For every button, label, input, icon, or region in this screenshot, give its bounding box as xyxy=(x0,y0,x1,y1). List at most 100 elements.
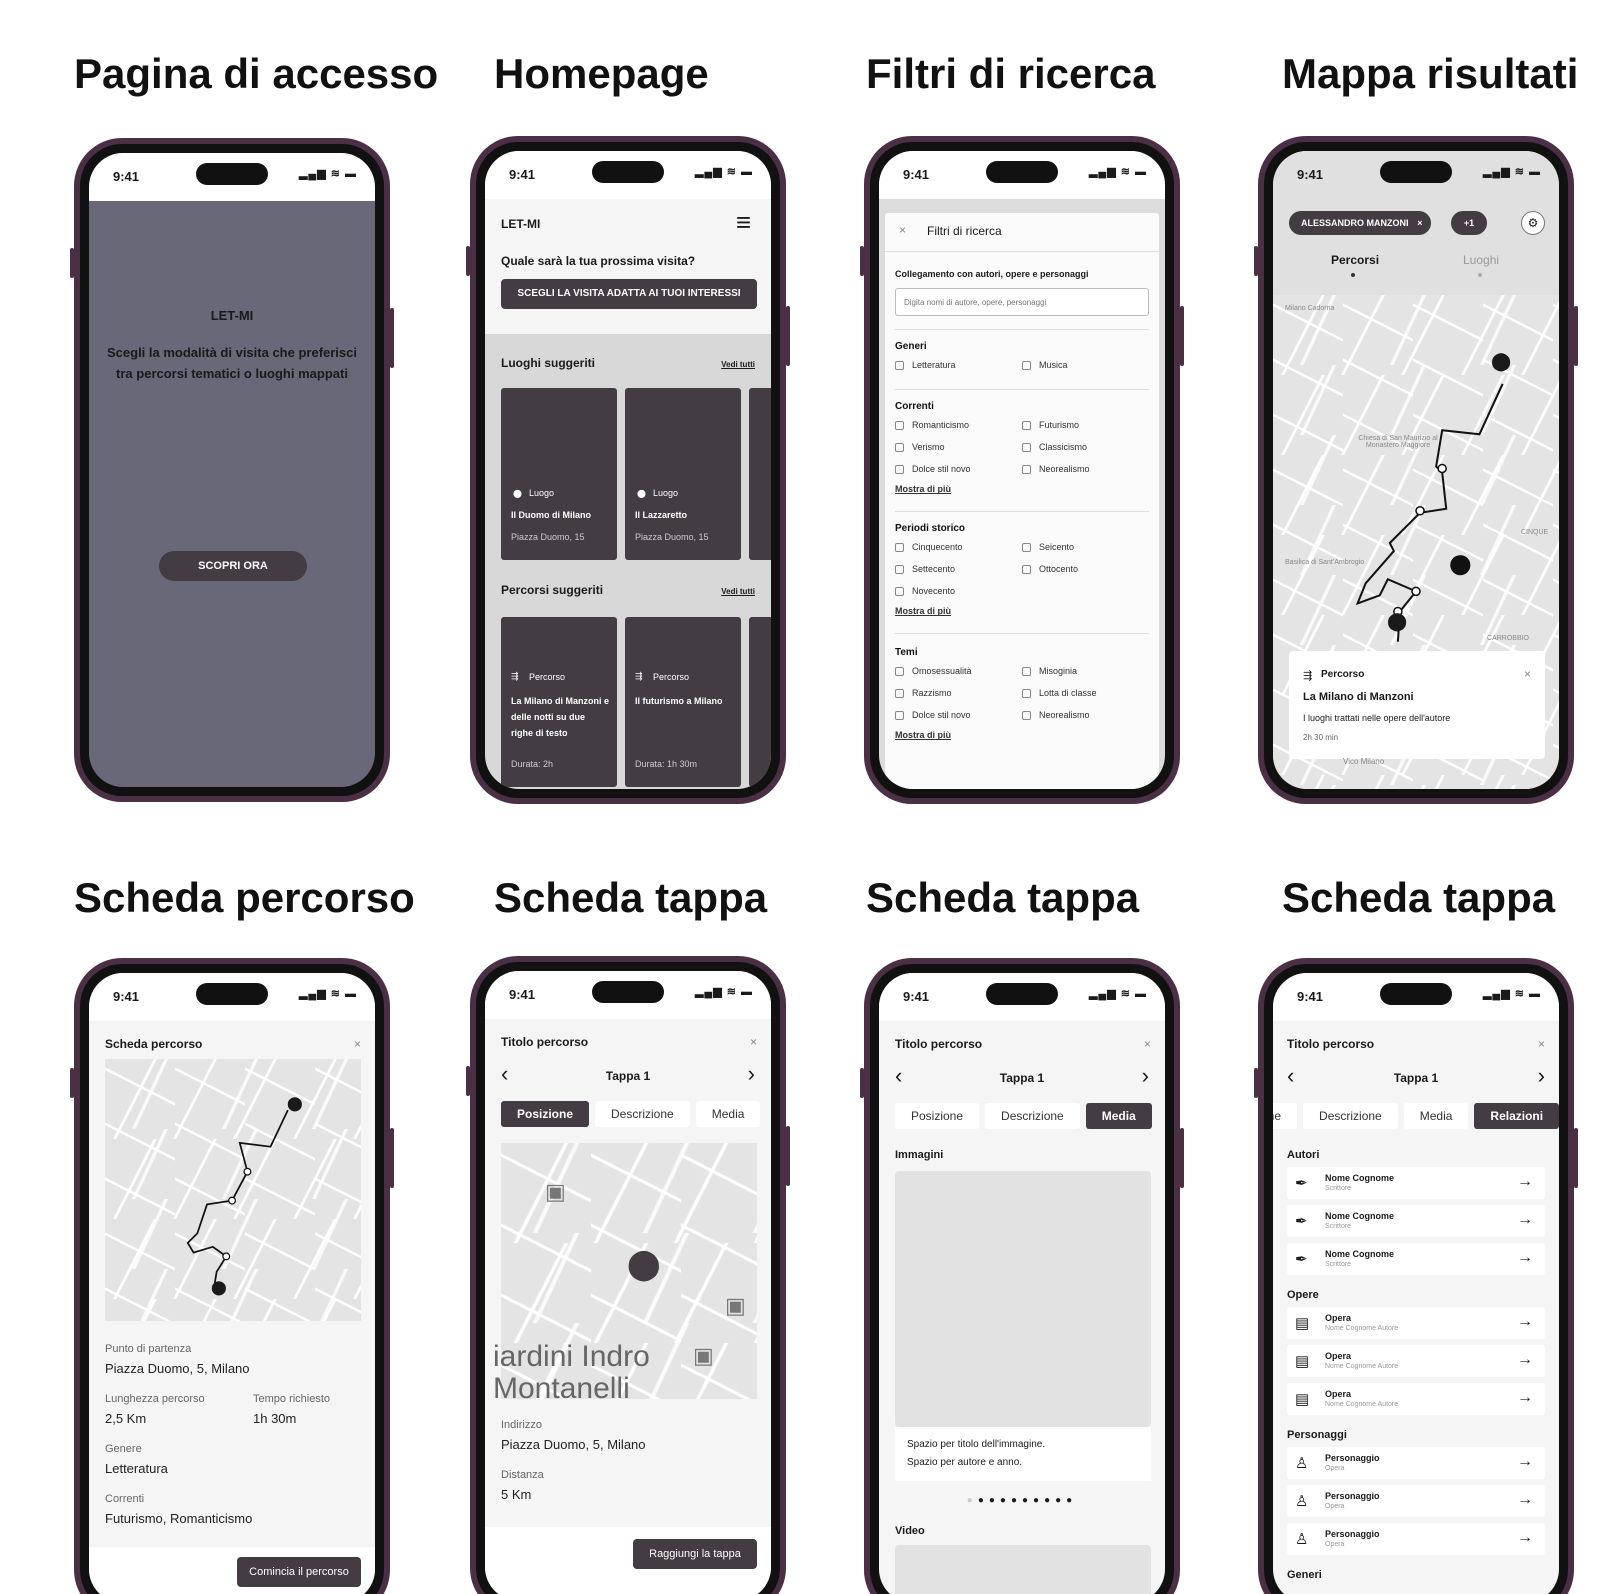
next-stop-icon[interactable]: › xyxy=(1142,1063,1149,1089)
checkbox-theme[interactable]: Misoginia xyxy=(1022,666,1149,677)
link-search-input[interactable] xyxy=(895,288,1149,316)
checkbox-letteratura[interactable]: Letteratura xyxy=(895,360,1022,371)
checkbox-period[interactable]: Settecento xyxy=(895,564,1022,575)
show-more-link[interactable]: Mostra di più xyxy=(895,606,1149,616)
place-card[interactable]: ⬤ Luogo Il Duomo di Milano Piazza Duomo,… xyxy=(501,388,617,560)
tab-description[interactable]: Descrizione xyxy=(985,1103,1080,1129)
title-filters: Filtri di ricerca xyxy=(866,50,1156,97)
tab-routes[interactable]: Percorsi xyxy=(1331,253,1379,267)
checkbox-period[interactable]: Seicento xyxy=(1022,542,1149,553)
menu-icon[interactable]: ≡ xyxy=(736,207,751,238)
author-row[interactable]: ✒ Nome Cognome Scrittore → xyxy=(1287,1243,1545,1275)
checkbox-current[interactable]: Classicismo xyxy=(1022,442,1149,453)
person-icon: ♙ xyxy=(1295,1455,1309,1472)
image-placeholder[interactable] xyxy=(895,1171,1151,1427)
checkbox-theme[interactable]: Dolce stil novo xyxy=(895,710,1022,721)
map-pin-icon[interactable]: ⬤ xyxy=(1387,611,1407,632)
tab-position[interactable]: Posizione xyxy=(1273,1103,1298,1129)
video-placeholder[interactable] xyxy=(895,1545,1151,1594)
results-map[interactable]: ⬤ ⬤ Milano Cadorna Chiesa di San Maurizi… xyxy=(1273,295,1559,789)
character-row[interactable]: ♙ Personaggio Opera → xyxy=(1287,1485,1545,1517)
tab-description[interactable]: Descrizione xyxy=(1303,1103,1398,1129)
author-chip[interactable]: ALESSANDRO MANZONI × xyxy=(1289,211,1431,235)
more-chip[interactable]: +1 xyxy=(1451,211,1487,235)
stop-name: Tappa 1 xyxy=(1393,1071,1439,1085)
images-title: Immagini xyxy=(895,1149,944,1161)
character-row[interactable]: ♙ Personaggio Opera → xyxy=(1287,1447,1545,1479)
next-stop-icon[interactable]: › xyxy=(1538,1063,1545,1089)
work-row[interactable]: ▤ Opera Nome Cognome Autore → xyxy=(1287,1383,1545,1415)
place-card-peek[interactable] xyxy=(749,388,771,560)
bus-icon: ▣ xyxy=(693,1343,714,1368)
checkbox-theme[interactable]: Lotta di classe xyxy=(1022,688,1149,699)
currents-value: Futurismo, Romanticismo xyxy=(105,1511,253,1526)
dynamic-island xyxy=(196,163,268,185)
filters-sheet: × Filtri di ricerca Collegamento con aut… xyxy=(885,213,1159,789)
tab-relations[interactable]: Relazioni xyxy=(1474,1103,1559,1129)
start-route-button[interactable]: Comincia il percorso xyxy=(237,1557,361,1587)
phone-results: 9:41 ▂▄▆ ≋ ▬ ALESSANDRO MANZONI × +1 ⚙ Per… xyxy=(1254,136,1578,804)
tab-media[interactable]: Media xyxy=(1403,1103,1469,1129)
discover-button[interactable]: SCOPRI ORA xyxy=(159,551,307,581)
stop-map[interactable]: ⬤ ▣ ▣ ▣ iardini Indro Montanelli xyxy=(493,1143,757,1405)
checkbox-theme[interactable]: Neorealismo xyxy=(1022,710,1149,721)
checkbox-theme[interactable]: Razzismo xyxy=(895,688,1022,699)
work-row[interactable]: ▤ Opera Nome Cognome Autore → xyxy=(1287,1345,1545,1377)
close-icon[interactable]: × xyxy=(1144,1037,1151,1051)
route-map[interactable]: ⬤ ⬤ xyxy=(105,1059,361,1321)
next-stop-icon[interactable]: › xyxy=(748,1061,755,1087)
carousel-dots[interactable]: ●●●●●●●●●● xyxy=(879,1495,1165,1506)
checkbox-current[interactable]: Verismo xyxy=(895,442,1022,453)
close-icon[interactable]: × xyxy=(1524,667,1531,681)
character-row[interactable]: ♙ Personaggio Opera → xyxy=(1287,1523,1545,1555)
see-all-routes-link[interactable]: Vedi tutti xyxy=(721,587,755,596)
map-pin-icon[interactable]: ⬤ xyxy=(627,1247,661,1282)
show-more-link[interactable]: Mostra di più xyxy=(895,484,1149,494)
checkbox-period[interactable]: Cinquecento xyxy=(895,542,1022,553)
tab-media[interactable]: Media xyxy=(695,1101,761,1127)
work-row[interactable]: ▤ Opera Nome Cognome Autore → xyxy=(1287,1307,1545,1339)
close-icon[interactable]: × xyxy=(1538,1037,1545,1051)
tab-media[interactable]: Media xyxy=(1085,1103,1152,1129)
map-pin-icon[interactable]: ⬤ xyxy=(1491,351,1511,372)
arrow-right-icon: → xyxy=(1517,1351,1533,1368)
book-icon: ▤ xyxy=(1295,1353,1310,1370)
close-icon[interactable]: × xyxy=(750,1035,757,1049)
close-icon[interactable]: × xyxy=(899,223,906,237)
author-row[interactable]: ✒ Nome Cognome Scrittore → xyxy=(1287,1167,1545,1199)
login-tagline: Scegli la modalità di visita che preferi… xyxy=(107,345,357,381)
route-card-peek[interactable] xyxy=(749,617,771,787)
checkbox-current[interactable]: Dolce stil novo xyxy=(895,464,1022,475)
checkbox-current[interactable]: Neorealismo xyxy=(1022,464,1149,475)
bus-icon: ▣ xyxy=(725,1293,746,1318)
checkbox-period[interactable]: Ottocento xyxy=(1022,564,1149,575)
checkbox-current[interactable]: Futurismo xyxy=(1022,420,1149,431)
place-card[interactable]: ⬤ Luogo Il Lazzaretto Piazza Duomo, 15 xyxy=(625,388,741,560)
author-row[interactable]: ✒ Nome Cognome Scrittore → xyxy=(1287,1205,1545,1237)
filter-icon[interactable]: ⚙ xyxy=(1521,211,1545,235)
arrow-right-icon: → xyxy=(1517,1389,1533,1406)
show-more-link[interactable]: Mostra di più xyxy=(895,730,1149,740)
tab-position[interactable]: Posizione xyxy=(895,1103,980,1129)
tab-position[interactable]: Posizione xyxy=(501,1101,590,1127)
tab-places[interactable]: Luoghi xyxy=(1463,253,1499,267)
map-pin-icon[interactable]: ⬤ xyxy=(287,1095,303,1112)
choose-visit-button[interactable]: SCEGLI LA VISITA ADATTA AI TUOI INTERESS… xyxy=(501,279,757,309)
phone-filters: 9:41 ▂▄▆ ≋ ▬ × Filtri di ricerca Collegam… xyxy=(860,136,1184,804)
see-all-places-link[interactable]: Vedi tutti xyxy=(721,360,755,369)
filters-header: Filtri di ricerca xyxy=(927,224,1002,238)
close-icon[interactable]: × xyxy=(354,1037,361,1051)
book-icon: ▤ xyxy=(1295,1391,1310,1408)
checkbox-current[interactable]: Romanticismo xyxy=(895,420,1022,431)
title-results: Mappa risultati xyxy=(1282,50,1579,97)
route-summary-card[interactable]: ⇶ Percorso × La Milano di Manzoni I luog… xyxy=(1289,651,1545,759)
checkbox-period[interactable]: Novecento xyxy=(895,586,1022,597)
tab-description[interactable]: Descrizione xyxy=(595,1101,690,1127)
map-pin-icon[interactable]: ⬤ xyxy=(211,1279,227,1296)
checkbox-theme[interactable]: Omosessualità xyxy=(895,666,1022,677)
reach-stop-button[interactable]: Raggiungi la tappa xyxy=(633,1539,757,1569)
route-card[interactable]: ⇶ Percorso Il futurismo a Milano Durata:… xyxy=(625,617,741,787)
route-card[interactable]: ⇶ Percorso La Milano di Manzoni e delle … xyxy=(501,617,617,787)
checkbox-musica[interactable]: Musica xyxy=(1022,360,1149,371)
works-title: Opere xyxy=(1287,1289,1319,1301)
